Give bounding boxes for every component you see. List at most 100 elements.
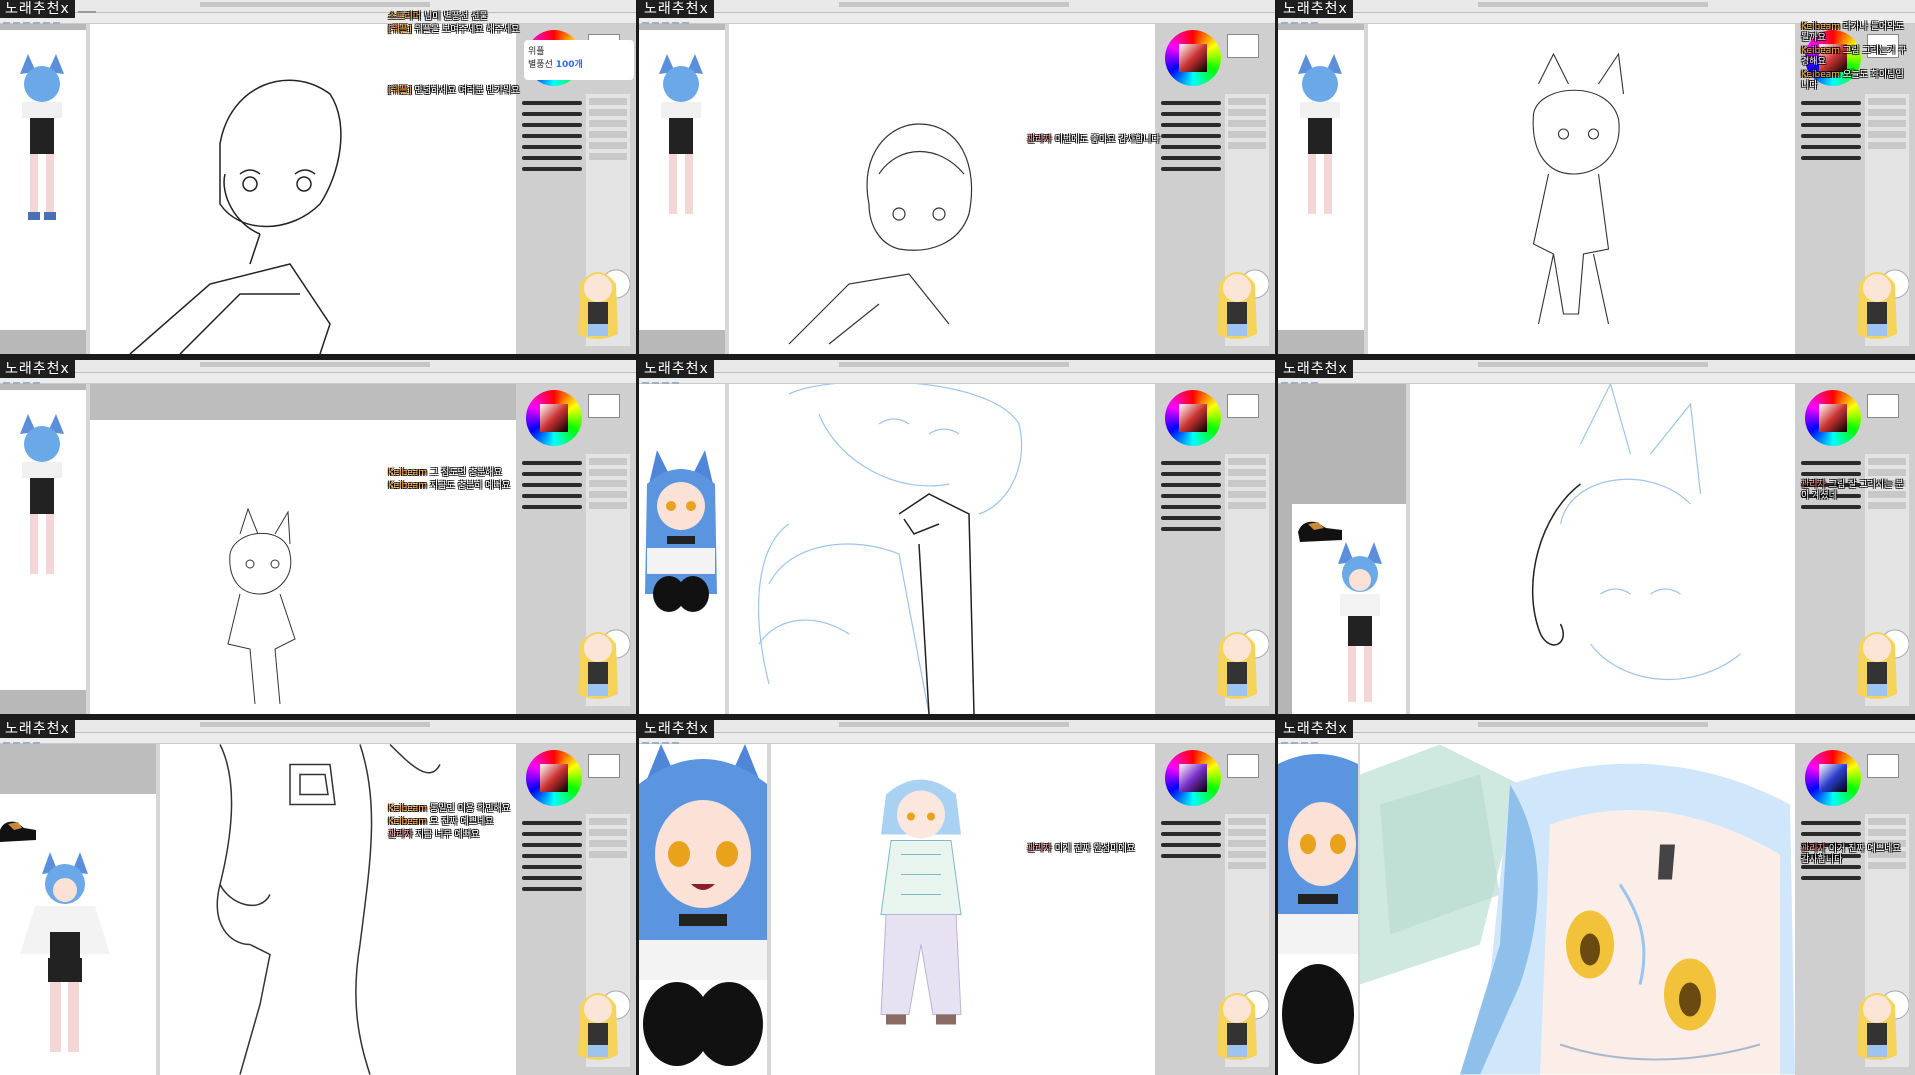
color-wheel[interactable] <box>1805 390 1861 446</box>
menu-bar[interactable] <box>0 0 636 15</box>
drawing-canvas[interactable] <box>160 744 516 1075</box>
chat-overlay: 관리자 이거 진짜 예쁘네요 감사합니다 <box>1801 844 1911 868</box>
color-swatch[interactable] <box>1867 754 1899 778</box>
chat-overlay: 관리자 이게 진짜 완성이에요 <box>1027 844 1177 857</box>
toolbar[interactable] <box>0 13 636 28</box>
color-swatch[interactable] <box>588 394 620 418</box>
stream-badge: 노래추천x <box>1278 720 1353 738</box>
mascot-avatar <box>1857 269 1909 339</box>
brush-list[interactable] <box>522 94 582 178</box>
mascot-avatar <box>1217 269 1269 339</box>
colored-closeup-drawing <box>1360 744 1795 1075</box>
brush-list[interactable] <box>1161 454 1221 538</box>
chat-message: Keibeam 그 정도면 충분해요 <box>388 468 502 478</box>
color-wheel[interactable] <box>1165 390 1221 446</box>
panel-1: 노래추천x 위플 별풍선 100개 스트리머 님이 별풍선 선물 [위플] 위플… <box>0 0 636 354</box>
reference-character-image <box>659 54 703 214</box>
mascot-avatar <box>1217 990 1269 1060</box>
drawing-canvas[interactable] <box>1368 24 1795 354</box>
right-panel <box>1155 744 1275 1075</box>
stream-badge: 노래추천x <box>1278 0 1353 18</box>
panel-9: 노래추천x 관리자 이거 진짜 예쁘네요 감사합니다 <box>1278 720 1915 1075</box>
toolbar[interactable] <box>1278 373 1915 388</box>
color-wheel[interactable] <box>1165 750 1221 806</box>
right-panel <box>1155 384 1275 714</box>
reference-window <box>639 24 725 354</box>
right-panel <box>516 384 636 714</box>
chat-overlay: 스트리머 님이 별풍선 선물 [위플] 위플을 보여주세요 해주세요 [위플] … <box>388 12 538 99</box>
drawing-canvas[interactable] <box>1360 744 1795 1075</box>
chat-message: Keibeam 지금도 충분히 예뻐요 <box>388 481 511 491</box>
toolbar[interactable] <box>639 13 1275 28</box>
toolbar[interactable] <box>639 373 1275 388</box>
reference-window <box>1278 24 1364 354</box>
chat-message: [위플] 안녕하세요 여러분 반가워요 <box>388 86 520 96</box>
reference-character-image <box>20 852 110 1052</box>
chat-overlay: 관리자 이번에도 좋아요 감사합니다 <box>1027 135 1177 148</box>
drawing-canvas[interactable] <box>771 744 1155 1075</box>
reference-window <box>639 744 767 1075</box>
color-wheel[interactable] <box>1805 750 1861 806</box>
stream-badge: 노래추천x <box>0 360 75 378</box>
chat-message: 관리자 지금 너무 예뻐요 <box>388 830 480 840</box>
brush-list[interactable] <box>1801 94 1861 167</box>
sketch-drawing <box>216 744 441 1075</box>
right-panel <box>516 744 636 1075</box>
toolbar[interactable] <box>639 733 1275 748</box>
color-wheel[interactable] <box>526 390 582 446</box>
menu-bar[interactable] <box>1278 720 1915 735</box>
toolbar[interactable] <box>0 373 636 388</box>
stream-badge: 노래추천x <box>639 720 714 738</box>
chat-message: Keibeam 그림 그리는거 구경해요 <box>1801 46 1907 67</box>
reference-character-closeup <box>639 744 767 1066</box>
color-swatch[interactable] <box>588 754 620 778</box>
chat-message: Keibeam 동일인 이용 확인해요 <box>388 804 511 814</box>
color-swatch[interactable] <box>1227 34 1259 58</box>
panel-4: 노래추천x Keibeam 그 정도면 충분해요 Keibeam 지금도 충분히… <box>0 360 636 714</box>
color-wheel[interactable] <box>526 750 582 806</box>
menu-bar[interactable] <box>0 720 636 735</box>
chat-message: 관리자 이게 진짜 완성이에요 <box>1027 844 1135 854</box>
chat-overlay: 관리자 그림 잘 그리시는 분이 계셨네 <box>1801 480 1911 504</box>
color-wheel[interactable] <box>1165 30 1221 86</box>
menu-bar[interactable] <box>639 720 1275 735</box>
reference-window <box>1278 384 1406 714</box>
reference-character-image <box>645 450 717 612</box>
color-swatch[interactable] <box>1227 394 1259 418</box>
color-swatch[interactable] <box>1867 394 1899 418</box>
chat-message: 관리자 그림 잘 그리시는 분이 계셨네 <box>1801 480 1904 501</box>
brush-list[interactable] <box>1161 814 1221 865</box>
video-grid: 노래추천x 위플 별풍선 100개 스트리머 님이 별풍선 선물 [위플] 위플… <box>0 0 1915 1075</box>
chat-message: 관리자 이번에도 좋아요 감사합니다 <box>1027 135 1160 145</box>
mascot-avatar <box>578 269 630 339</box>
chat-message: Keibeam 라가나 들어와도 될까요 <box>1801 22 1904 43</box>
chat-message: 관리자 이거 진짜 예쁘네요 감사합니다 <box>1801 844 1901 865</box>
panel-3: 노래추천x Keibeam 라가나 들어와도 될까요 Keibeam 그림 그리… <box>1278 0 1915 354</box>
mascot-avatar <box>1857 629 1909 699</box>
menu-bar[interactable] <box>639 0 1275 15</box>
chat-overlay: Keibeam 동일인 이용 확인해요 Keibeam 오 진짜 예쁘네요 관리… <box>388 804 538 843</box>
toolbar[interactable] <box>1278 733 1915 748</box>
mascot-avatar <box>578 990 630 1060</box>
donation-popup: 위플 별풍선 100개 <box>524 40 634 80</box>
panel-2: 노래추천x 관리자 이번에도 좋아요 감사합니다 <box>639 0 1275 354</box>
panel-6: 노래추천x 관리자 그림 잘 그리시는 분이 계셨네 <box>1278 360 1915 714</box>
drawing-canvas[interactable] <box>729 24 1155 354</box>
drawing-canvas[interactable] <box>90 384 516 714</box>
stream-badge: 노래추천x <box>639 360 714 378</box>
color-swatch[interactable] <box>1227 754 1259 778</box>
drawing-canvas[interactable] <box>1410 384 1795 714</box>
panel-5: 노래추천x <box>639 360 1275 714</box>
menu-bar[interactable] <box>0 360 636 375</box>
right-panel <box>1795 384 1915 714</box>
sketch-drawing <box>788 123 973 345</box>
menu-bar[interactable] <box>1278 360 1915 375</box>
stream-badge: 노래추천x <box>1278 360 1353 378</box>
panel-7: 노래추천x Keibeam 동일인 이용 확인해요 Keibeam 오 진짜 예… <box>0 720 636 1075</box>
drawing-canvas[interactable] <box>729 384 1155 714</box>
reference-character-image <box>1298 54 1342 214</box>
menu-bar[interactable] <box>639 360 1275 375</box>
menu-bar[interactable] <box>1278 0 1915 15</box>
mascot-avatar <box>1217 629 1269 699</box>
toolbar[interactable] <box>0 733 636 748</box>
